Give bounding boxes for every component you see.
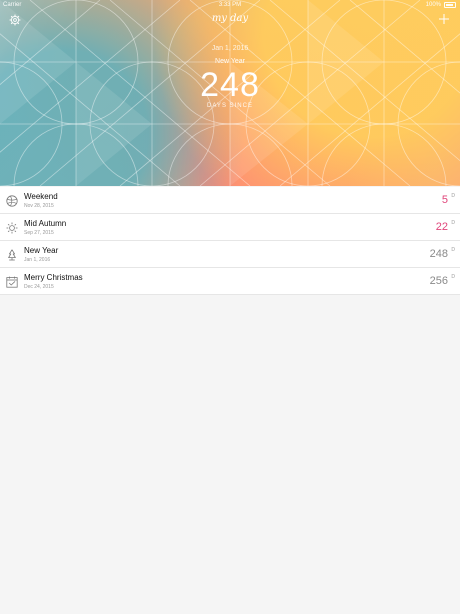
settings-button[interactable] xyxy=(9,13,21,26)
header-banner: Carrier 3:33 PM 100% my day Jan 1, 2016 … xyxy=(0,0,460,186)
event-days-count: 22 xyxy=(435,221,448,233)
featured-days-label: DAYS SINCE xyxy=(207,103,253,109)
calendar-icon xyxy=(6,275,18,288)
christmas-tree-icon xyxy=(6,248,18,261)
event-days-unit: D xyxy=(451,220,455,226)
event-days-unit: D xyxy=(451,274,455,280)
event-date: Dec 24, 2015 xyxy=(24,284,54,290)
event-row-merry-christmas[interactable]: Merry Christmas Dec 24, 2015 256 D xyxy=(0,268,460,295)
plus-icon xyxy=(439,14,449,24)
battery-icon xyxy=(444,2,456,8)
featured-event-title: New Year xyxy=(215,58,245,65)
event-name: New Year xyxy=(24,246,59,255)
event-row-mid-autumn[interactable]: Mid Autumn Sep 27, 2015 22 D xyxy=(0,214,460,241)
event-name: Merry Christmas xyxy=(24,273,83,282)
basketball-icon xyxy=(6,194,18,207)
event-name: Mid Autumn xyxy=(24,219,67,228)
battery-status: 100% xyxy=(426,2,456,8)
event-days-count: 5 xyxy=(441,194,448,206)
event-days-unit: D xyxy=(451,247,455,253)
featured-days-count: 248 xyxy=(200,66,260,104)
app-logo: my day xyxy=(212,13,249,24)
battery-percent: 100% xyxy=(425,2,441,8)
event-date: Jan 1, 2016 xyxy=(24,257,51,263)
event-date: Sep 27, 2015 xyxy=(24,230,54,236)
event-days-count: 256 xyxy=(429,275,448,287)
event-date: Nov 28, 2015 xyxy=(24,203,54,209)
app-logo-text: my day xyxy=(212,13,249,24)
event-list: Weekend Nov 28, 2015 5 D Mid Autumn Sep … xyxy=(0,187,460,295)
status-time: 3:33 PM xyxy=(218,2,242,8)
event-row-new-year[interactable]: New Year Jan 1, 2016 248 D xyxy=(0,241,460,268)
status-bar: Carrier 3:33 PM 100% xyxy=(0,0,460,10)
add-event-button[interactable] xyxy=(438,12,450,24)
event-row-weekend[interactable]: Weekend Nov 28, 2015 5 D xyxy=(0,187,460,214)
event-days-unit: D xyxy=(451,193,455,199)
event-name: Weekend xyxy=(24,192,58,201)
sun-icon xyxy=(6,221,18,234)
event-days-count: 248 xyxy=(429,248,448,260)
gear-icon xyxy=(9,14,21,26)
featured-event-date: Jan 1, 2016 xyxy=(211,45,249,52)
